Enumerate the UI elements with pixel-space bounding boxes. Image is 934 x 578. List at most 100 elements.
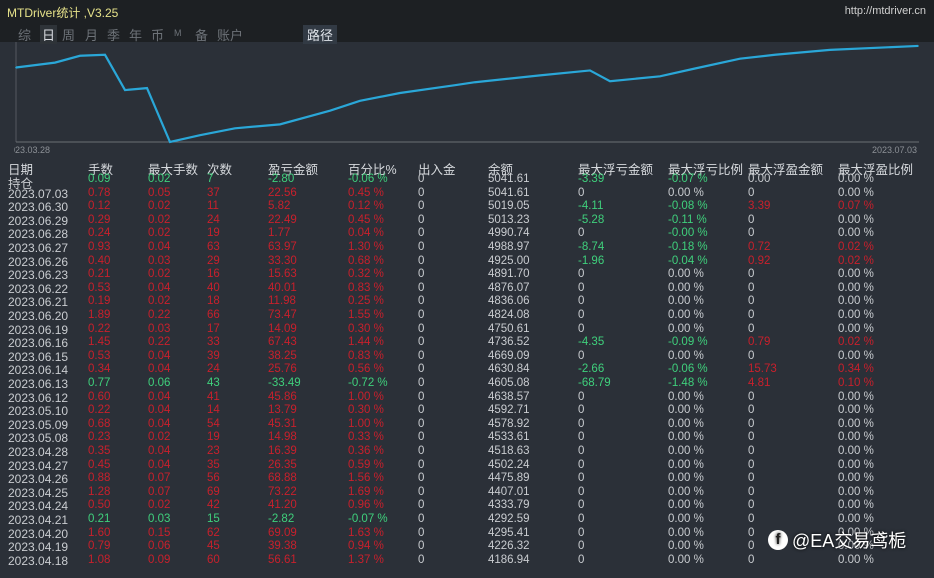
table-cell: 0.00 % xyxy=(838,445,874,457)
row-date[interactable]: 2023.04.19 xyxy=(8,540,68,554)
table-cell: 0.79 xyxy=(748,336,771,349)
equity-point xyxy=(454,84,456,86)
table-cell: -8.74 xyxy=(578,241,605,253)
table-cell: 0.00 % xyxy=(838,268,874,281)
table-cell: 0.04 xyxy=(148,349,171,362)
watermark: f @EA交易鸢栀 xyxy=(768,527,906,553)
row-date[interactable]: 2023.04.26 xyxy=(8,472,68,486)
equity-point xyxy=(474,81,476,84)
table-cell: 4925.00 xyxy=(488,254,530,267)
watermark-text: @EA交易鸢栀 xyxy=(792,531,907,551)
table-cell: 14.98 xyxy=(268,431,297,444)
row-date[interactable]: 2023.05.10 xyxy=(8,404,68,418)
row-date[interactable]: 2023.06.26 xyxy=(8,255,68,269)
table-cell: -33.49 xyxy=(268,377,301,389)
table-cell: 0 xyxy=(748,485,755,498)
table-cell: 0.00 % xyxy=(668,268,704,281)
table-cell: 5041.61 xyxy=(488,173,530,185)
table-cell: 0.02 xyxy=(148,213,171,226)
table-cell: 15.63 xyxy=(268,268,297,281)
table-cell: 0 xyxy=(418,485,425,498)
table-cell: 45 xyxy=(207,540,220,553)
table-cell: 1.56 % xyxy=(348,472,384,485)
row-date[interactable]: 2023.06.30 xyxy=(8,200,68,214)
table-cell: 0 xyxy=(418,281,425,294)
row-date[interactable]: 2023.04.21 xyxy=(8,513,68,527)
row-date[interactable]: 2023.04.24 xyxy=(8,499,68,513)
table-cell: -0.04 % xyxy=(668,254,708,267)
row-date[interactable]: 2023.06.13 xyxy=(8,377,68,391)
table-cell: 0.07 xyxy=(148,472,171,485)
table-cell: 0.03 xyxy=(148,513,171,525)
row-date[interactable]: 2023.06.22 xyxy=(8,282,68,296)
table-cell: 0 xyxy=(418,322,425,335)
equity-point xyxy=(739,57,741,60)
website-link[interactable]: http://mtdriver.cn xyxy=(845,5,926,17)
table-cell: 0.02 % xyxy=(838,241,874,253)
table-cell: 0 xyxy=(418,513,425,525)
row-date[interactable]: 2023.06.19 xyxy=(8,323,68,337)
table-cell: 0.00 % xyxy=(668,404,704,417)
row-date[interactable]: 2023.06.28 xyxy=(8,227,68,241)
table-cell: -0.07 % xyxy=(668,173,708,185)
table-cell: 0 xyxy=(578,526,585,539)
table-cell: 0.00 % xyxy=(668,445,704,457)
row-date[interactable]: 2023.05.08 xyxy=(8,431,68,445)
row-date[interactable]: 2023.04.25 xyxy=(8,486,68,500)
table-cell: 7 xyxy=(207,173,214,185)
row-date[interactable]: 2023.06.20 xyxy=(8,309,68,323)
table-cell: 0.33 % xyxy=(348,431,384,444)
table-cell: -0.06 % xyxy=(668,363,708,376)
table-cell: 0.04 xyxy=(148,404,171,417)
row-date[interactable]: 2023.06.27 xyxy=(8,241,68,255)
table-cell: 16 xyxy=(207,268,220,281)
table-cell: 69 xyxy=(207,485,220,498)
row-date[interactable]: 2023.06.14 xyxy=(8,363,68,377)
table-cell: 0 xyxy=(578,227,585,240)
row-date[interactable]: 2023.04.18 xyxy=(8,554,68,568)
table-cell: 0.00 % xyxy=(838,458,874,471)
table-cell: 0.02 xyxy=(148,499,171,512)
table-cell: 0 xyxy=(418,200,425,213)
table-cell: 0 xyxy=(578,499,585,512)
row-date[interactable]: 2023.06.15 xyxy=(8,350,68,364)
table-cell: 4669.09 xyxy=(488,349,530,362)
weibo-icon: f xyxy=(768,530,788,550)
table-cell: 1.30 % xyxy=(348,241,384,253)
table-cell: 22.49 xyxy=(268,213,297,226)
tab-7[interactable]: M xyxy=(174,28,182,38)
table-cell: 0.05 xyxy=(148,186,171,199)
row-date[interactable]: 2023.04.28 xyxy=(8,445,68,459)
row-date[interactable]: 2023.06.23 xyxy=(8,268,68,282)
row-date[interactable]: 2023.06.21 xyxy=(8,295,68,309)
table-cell: 0 xyxy=(578,485,585,498)
row-date[interactable]: 2023.07.03 xyxy=(8,187,68,201)
table-cell: 0 xyxy=(578,186,585,199)
table-cell: 0.02 % xyxy=(838,254,874,267)
table-cell: 68.88 xyxy=(268,472,297,485)
table-cell: -4.11 xyxy=(578,200,604,213)
row-date[interactable]: 2023.06.12 xyxy=(8,391,68,405)
table-cell: 0 xyxy=(418,377,425,389)
table-cell: 67.43 xyxy=(268,336,297,349)
table-cell: 17 xyxy=(207,322,220,335)
row-date[interactable]: 2023.06.29 xyxy=(8,214,68,228)
row-date[interactable]: 2023.04.27 xyxy=(8,459,68,473)
table-cell: 0.34 xyxy=(88,363,111,376)
table-cell: 0.04 xyxy=(148,458,171,471)
table-cell: 4750.61 xyxy=(488,322,530,335)
row-date[interactable]: 2023.04.20 xyxy=(8,527,68,541)
table-cell: 41.20 xyxy=(268,499,297,512)
table-cell: 19 xyxy=(207,431,220,444)
table-cell: 0 xyxy=(748,404,755,417)
table-cell: 0.00 % xyxy=(838,472,874,485)
table-cell: 0 xyxy=(578,431,585,444)
row-date[interactable]: 2023.05.09 xyxy=(8,418,68,432)
table-cell: 56.61 xyxy=(268,553,297,566)
title-bar: MTDriver统计 ,V3.25 http://mtdriver.cn xyxy=(0,0,934,22)
table-cell: 22.56 xyxy=(268,186,297,199)
table-cell: 1.08 xyxy=(88,553,111,566)
table-cell: 0.00 % xyxy=(838,513,874,525)
table-cell: 0.83 % xyxy=(348,349,384,362)
row-date[interactable]: 2023.06.16 xyxy=(8,336,68,350)
